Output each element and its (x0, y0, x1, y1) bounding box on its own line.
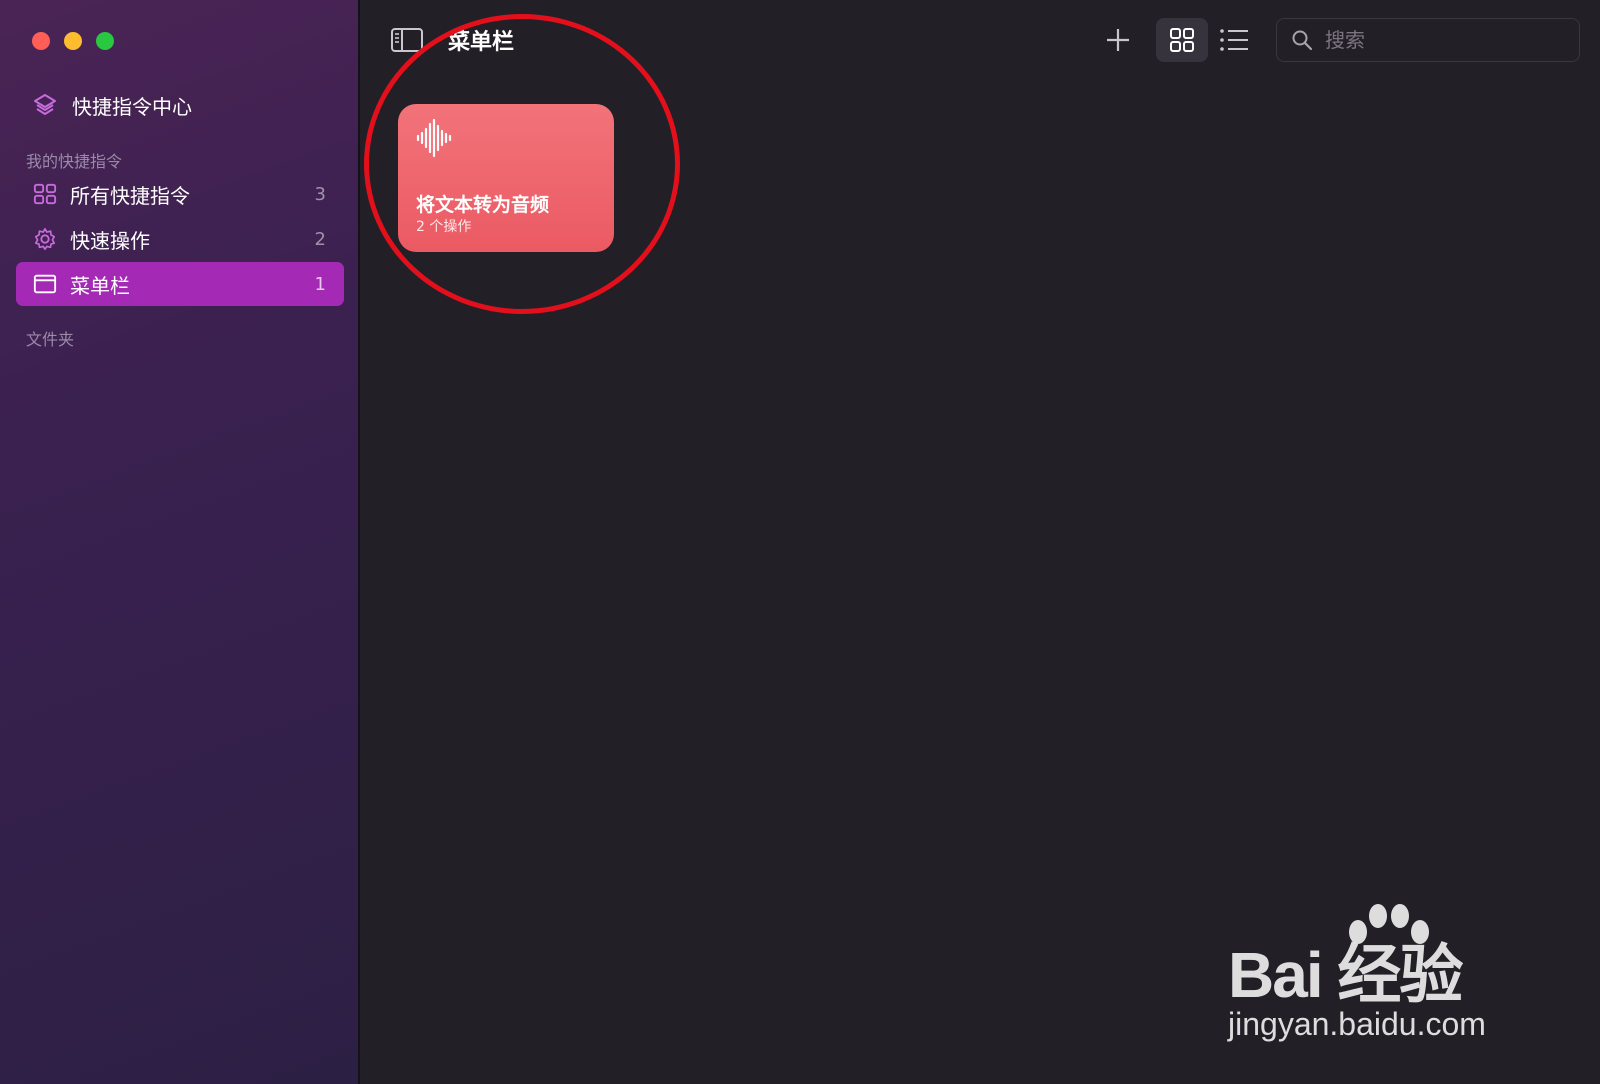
zoom-window-button[interactable] (96, 32, 114, 50)
waveform-icon (416, 118, 452, 158)
sidebar-item-gallery[interactable]: 快捷指令中心 (32, 90, 192, 120)
sidebar-item-label: 快速操作 (70, 228, 150, 253)
gear-icon (32, 226, 58, 252)
sidebar-item-label: 快捷指令中心 (72, 94, 192, 119)
list-view-button[interactable] (1218, 24, 1252, 56)
sidebar-item-label: 菜单栏 (70, 273, 130, 298)
section-title-folders: 文件夹 (26, 330, 75, 349)
menubar-icon (32, 271, 58, 297)
shortcut-card[interactable]: 将文本转为音频 2 个操作 (398, 104, 614, 252)
shortcut-action-count: 2 个操作 (416, 219, 472, 235)
grid-view-button[interactable] (1156, 18, 1208, 62)
sidebar-item-count: 2 (314, 228, 326, 250)
search-input[interactable] (1323, 27, 1557, 53)
toolbar: 菜单栏 (362, 0, 1600, 82)
minimize-window-button[interactable] (64, 32, 82, 50)
sidebar-toggle-button[interactable] (390, 26, 424, 54)
shortcut-title: 将文本转为音频 (416, 194, 550, 216)
sidebar-item-count: 3 (314, 183, 326, 205)
watermark-url: jingyan.baidu.com (1228, 1006, 1486, 1042)
baidu-jingyan-watermark: Bai 经验 jingyan.baidu.com (1218, 904, 1518, 1056)
layers-icon (34, 94, 56, 115)
grid-icon (32, 181, 58, 207)
sidebar-item-count: 1 (314, 273, 326, 295)
close-window-button[interactable] (32, 32, 50, 50)
plus-icon (1107, 29, 1129, 51)
sidebar-icon (391, 28, 423, 52)
list-icon (1220, 29, 1248, 51)
grid-icon (1170, 28, 1194, 52)
search-icon (1292, 30, 1313, 51)
sidebar-item-all-shortcuts[interactable]: 所有快捷指令 3 (16, 172, 344, 216)
sidebar-item-menu-bar[interactable]: 菜单栏 1 (16, 262, 344, 306)
page-title: 菜单栏 (448, 30, 515, 55)
add-shortcut-button[interactable] (1102, 24, 1134, 56)
sidebar: 快捷指令中心 我的快捷指令 所有快捷指令 3 快速操作 2 菜单栏 1 文件夹 (0, 0, 360, 1084)
shortcuts-window: 快捷指令中心 我的快捷指令 所有快捷指令 3 快速操作 2 菜单栏 1 文件夹 … (0, 0, 1600, 1084)
sidebar-item-label: 所有快捷指令 (70, 183, 190, 208)
search-field[interactable] (1276, 18, 1580, 62)
watermark-logo: Bai 经验 (1228, 939, 1463, 1011)
sidebar-item-quick-actions[interactable]: 快速操作 2 (16, 217, 344, 261)
section-title-my-shortcuts: 我的快捷指令 (26, 152, 123, 171)
